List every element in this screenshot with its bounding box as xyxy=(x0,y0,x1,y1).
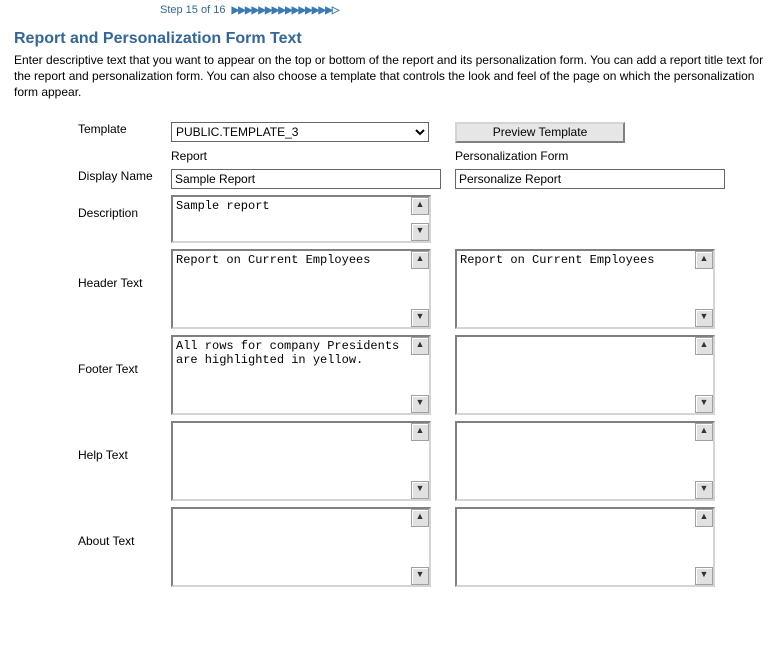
report-header-wrap: ▲ ▼ xyxy=(171,249,431,329)
pers-about-textarea[interactable] xyxy=(457,509,693,585)
scroll-up-icon[interactable]: ▲ xyxy=(411,251,429,269)
scroll-up-icon[interactable]: ▲ xyxy=(695,509,713,527)
page-title: Report and Personalization Form Text xyxy=(14,30,768,48)
report-display-name-input[interactable] xyxy=(171,169,441,189)
scroll-down-icon[interactable]: ▼ xyxy=(695,567,713,585)
scroll-up-icon[interactable]: ▲ xyxy=(411,423,429,441)
scroll-up-icon[interactable]: ▲ xyxy=(411,509,429,527)
step-progress-icon: ▶▶▶▶▶▶▶▶▶▶▶▶▶▶▶▷ xyxy=(232,5,339,16)
template-select[interactable]: PUBLIC.TEMPLATE_3 xyxy=(171,122,429,142)
label-help-text: Help Text xyxy=(74,418,167,504)
column-header-report: Report xyxy=(167,146,451,166)
report-about-wrap: ▲ ▼ xyxy=(171,507,431,587)
report-help-wrap: ▲ ▼ xyxy=(171,421,431,501)
step-link[interactable]: Step 15 of 16 xyxy=(160,4,225,16)
pers-help-wrap: ▲ ▼ xyxy=(455,421,715,501)
scroll-up-icon[interactable]: ▲ xyxy=(695,423,713,441)
label-footer-text: Footer Text xyxy=(74,332,167,418)
label-about-text: About Text xyxy=(74,504,167,590)
label-description: Description xyxy=(74,192,167,246)
scroll-down-icon[interactable]: ▼ xyxy=(411,481,429,499)
label-header-text: Header Text xyxy=(74,246,167,332)
scroll-down-icon[interactable]: ▼ xyxy=(695,309,713,327)
page-intro: Enter descriptive text that you want to … xyxy=(14,52,768,101)
scroll-down-icon[interactable]: ▼ xyxy=(695,395,713,413)
pers-header-wrap: ▲ ▼ xyxy=(455,249,715,329)
report-footer-textarea[interactable] xyxy=(173,337,409,413)
label-display-name: Display Name xyxy=(74,166,167,192)
report-description-textarea[interactable] xyxy=(173,197,409,241)
pers-display-name-input[interactable] xyxy=(455,169,725,189)
scroll-up-icon[interactable]: ▲ xyxy=(695,251,713,269)
report-footer-wrap: ▲ ▼ xyxy=(171,335,431,415)
scroll-up-icon[interactable]: ▲ xyxy=(411,197,429,215)
label-template: Template xyxy=(74,119,167,146)
report-help-textarea[interactable] xyxy=(173,423,409,499)
pers-footer-wrap: ▲ ▼ xyxy=(455,335,715,415)
report-description-wrap: ▲ ▼ xyxy=(171,195,431,243)
pers-help-textarea[interactable] xyxy=(457,423,693,499)
scroll-down-icon[interactable]: ▼ xyxy=(695,481,713,499)
scroll-up-icon[interactable]: ▲ xyxy=(411,337,429,355)
pers-about-wrap: ▲ ▼ xyxy=(455,507,715,587)
pers-footer-textarea[interactable] xyxy=(457,337,693,413)
column-header-pers: Personalization Form xyxy=(451,146,735,166)
scroll-down-icon[interactable]: ▼ xyxy=(411,309,429,327)
scroll-up-icon[interactable]: ▲ xyxy=(695,337,713,355)
preview-template-button[interactable]: Preview Template xyxy=(455,122,625,143)
report-header-textarea[interactable] xyxy=(173,251,409,327)
scroll-down-icon[interactable]: ▼ xyxy=(411,223,429,241)
report-about-textarea[interactable] xyxy=(173,509,409,585)
scroll-down-icon[interactable]: ▼ xyxy=(411,395,429,413)
scroll-down-icon[interactable]: ▼ xyxy=(411,567,429,585)
pers-header-textarea[interactable] xyxy=(457,251,693,327)
